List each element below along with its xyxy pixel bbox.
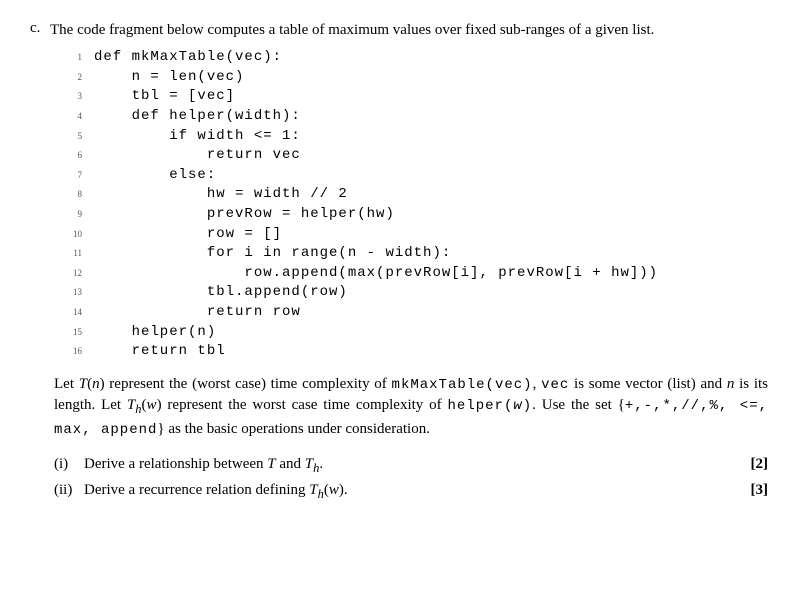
code-line: 7 else: <box>54 166 768 186</box>
code-block: 1def mkMaxTable(vec): 2 n = len(vec) 3 t… <box>54 48 768 362</box>
code-line: 3 tbl = [vec] <box>54 87 768 107</box>
code-line: 5 if width <= 1: <box>54 127 768 147</box>
code-line: 6 return vec <box>54 146 768 166</box>
code-line: 2 n = len(vec) <box>54 68 768 88</box>
marks-badge: [3] <box>738 478 768 504</box>
code-line: 10 row = [] <box>54 225 768 245</box>
marks-badge: [2] <box>738 452 768 478</box>
subpart-label: (i) <box>54 452 84 478</box>
code-line: 12 row.append(max(prevRow[i], prevRow[i … <box>54 264 768 284</box>
code-line: 11 for i in range(n - width): <box>54 244 768 264</box>
subpart-ii: (ii) Derive a recurrence relation defini… <box>54 478 768 504</box>
subpart-text: Derive a recurrence relation defining Th… <box>84 478 738 504</box>
subpart-label: (ii) <box>54 478 84 504</box>
code-line: 14 return row <box>54 303 768 323</box>
code-line: 9 prevRow = helper(hw) <box>54 205 768 225</box>
code-line: 8 hw = width // 2 <box>54 185 768 205</box>
question-intro: c. The code fragment below computes a ta… <box>30 20 768 40</box>
question-label: c. <box>30 20 50 40</box>
code-line: 15 helper(n) <box>54 323 768 343</box>
subpart-i: (i) Derive a relationship between T and … <box>54 452 768 478</box>
code-line: 13 tbl.append(row) <box>54 283 768 303</box>
code-line: 4 def helper(width): <box>54 107 768 127</box>
code-line: 1def mkMaxTable(vec): <box>54 48 768 68</box>
code-line: 16 return tbl <box>54 342 768 362</box>
subpart-text: Derive a relationship between T and Th. <box>84 452 738 478</box>
question-text: The code fragment below computes a table… <box>50 20 768 40</box>
post-code-paragraph: Let T(n) represent the (worst case) time… <box>54 374 768 441</box>
